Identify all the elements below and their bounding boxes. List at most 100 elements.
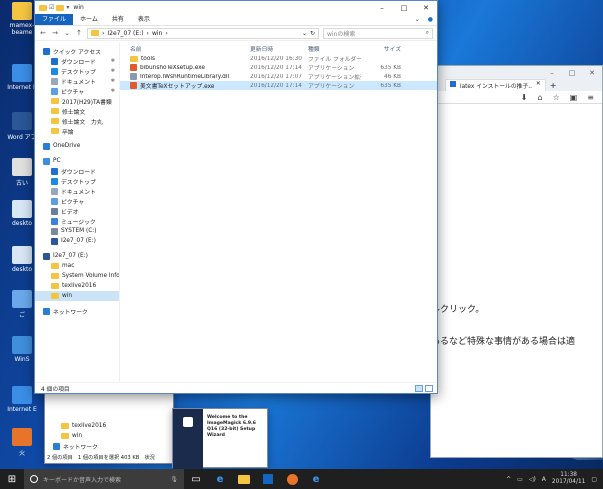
file-explorer-window[interactable]: ☑ ▾ win – □ ✕ ファイル ホーム 共有 表示 ⌄ ● ← → ⌄ ↑…	[34, 0, 438, 394]
nav-item[interactable]: I2e7_07 (E:)	[35, 251, 119, 261]
column-name[interactable]: 名前	[120, 44, 250, 53]
breadcrumb-folder[interactable]: win	[152, 30, 162, 37]
internet-explorer-icon[interactable]: e	[304, 469, 328, 489]
nav-item[interactable]: texlive2016	[45, 421, 173, 431]
background-explorer[interactable]: texlive2016 win ネットワーク 2 個の項目 1 個の項目を選択 40…	[44, 386, 174, 464]
tab-file[interactable]: ファイル	[35, 14, 74, 25]
close-button[interactable]: ✕	[415, 4, 437, 12]
nav-item[interactable]: 修士論文 力丸	[35, 116, 119, 126]
properties-icon[interactable]: ☑	[49, 4, 54, 11]
menu-icon[interactable]: ≡	[587, 93, 594, 102]
search-box[interactable]: winの検索 ⌕	[323, 27, 433, 39]
network-icon[interactable]: ▭	[517, 476, 523, 483]
file-explorer-icon[interactable]	[232, 469, 256, 489]
column-type[interactable]: 種類	[308, 44, 361, 53]
tab-view[interactable]: 表示	[131, 14, 157, 25]
nav-item[interactable]: ネットワーク	[45, 441, 173, 451]
tab-share[interactable]: 共有	[105, 14, 131, 25]
large-icons-view-icon[interactable]	[425, 384, 433, 392]
maximize-button[interactable]: □	[562, 69, 582, 77]
tab-close-icon[interactable]: ✕	[536, 81, 541, 90]
onedrive-icon	[43, 142, 50, 150]
tab-home[interactable]: ホーム	[73, 14, 105, 25]
column-size[interactable]: サイズ	[361, 44, 401, 53]
refresh-icon[interactable]: ↻	[310, 30, 315, 37]
nav-item[interactable]: mac	[35, 261, 119, 271]
quick-access-dropdown[interactable]: ▾	[66, 4, 69, 11]
file-row[interactable]: tools 2016/12/20 16:30 ファイル フォルダー	[120, 54, 437, 63]
download-icon[interactable]: ⬇	[521, 93, 528, 102]
title-bar[interactable]: ☑ ▾ win – □ ✕	[35, 1, 437, 14]
nav-item[interactable]: ダウンロード ✱	[35, 56, 119, 66]
file-name-cell: Interop.IWshRuntimeLibrary.dll	[120, 73, 250, 80]
browser-tab[interactable]: latex インストールの推子.. ✕	[445, 79, 546, 91]
recent-dropdown[interactable]: ⌄	[63, 29, 71, 37]
details-view-icon[interactable]	[415, 384, 423, 392]
search-input[interactable]: winの検索	[327, 29, 355, 38]
file-name: 美文書TeXセットアップ.exe	[140, 84, 215, 90]
nav-item[interactable]: デスクトップ ✱	[35, 66, 119, 76]
nav-item[interactable]: クイック アクセス	[35, 46, 119, 56]
nav-item[interactable]: 卒論	[35, 126, 119, 136]
file-row[interactable]: Interop.IWshRuntimeLibrary.dll 2016/12/20…	[120, 72, 437, 81]
installer-preview[interactable]: Welcome to the ImageMagick 6.9.6 Q16 (32…	[172, 408, 268, 469]
help-icon[interactable]: ●	[424, 14, 437, 25]
file-row[interactable]: 美文書TeXセットアップ.exe 2016/12/20 17:14 アプリケーション…	[120, 81, 437, 90]
minimize-button[interactable]: –	[542, 69, 562, 77]
up-button[interactable]: ↑	[75, 29, 83, 37]
breadcrumb-drive[interactable]: I2e7_07 (E:)	[107, 30, 143, 37]
nav-item[interactable]: デスクトップ	[35, 176, 119, 186]
nav-item[interactable]: PC	[35, 156, 119, 166]
taskbar-search-input[interactable]: キーボードか音声入力で検索	[43, 475, 121, 484]
minimize-button[interactable]: –	[371, 4, 393, 12]
address-dropdown-icon[interactable]: ⌄	[302, 30, 307, 37]
show-hidden-icons-icon[interactable]: ^	[506, 476, 511, 483]
close-button[interactable]: ✕	[582, 69, 602, 77]
firefox-icon[interactable]	[280, 469, 304, 489]
address-bar[interactable]: › I2e7_07 (E:) › win › ⌄ ↻	[87, 27, 319, 39]
clock[interactable]: 11:38 2017/04/11	[552, 472, 585, 486]
search-icon[interactable]: ⌕	[426, 29, 429, 37]
nav-item[interactable]: texlive2016	[35, 281, 119, 291]
maximize-button[interactable]: □	[393, 4, 415, 12]
new-tab-button[interactable]: +	[550, 81, 557, 90]
ribbon-expand-icon[interactable]: ⌄	[411, 14, 424, 25]
nav-item[interactable]: 2017(H29)TA書類	[35, 96, 119, 106]
nav-item[interactable]: ピクチャ	[35, 196, 119, 206]
nav-item[interactable]: ドキュメント ✱	[35, 76, 119, 86]
notifications-icon[interactable]: ▢	[591, 476, 597, 483]
store-icon[interactable]	[256, 469, 280, 489]
nav-item[interactable]: ミュージック	[35, 216, 119, 226]
file-type: アプリケーション拡張	[308, 75, 361, 81]
nav-item[interactable]: OneDrive	[35, 141, 119, 151]
forward-button[interactable]: →	[51, 29, 59, 37]
bookmark-icon[interactable]: ▣	[570, 93, 578, 102]
browser-window[interactable]: – □ ✕ latex インストールの推子.. ✕ + ⬇ ⌂ ☆ ▣ ≡ ルク…	[430, 65, 603, 458]
microphone-icon[interactable]: 🎙	[170, 476, 178, 483]
ime-indicator[interactable]: A	[542, 476, 546, 483]
home-icon[interactable]: ⌂	[537, 93, 542, 102]
start-button[interactable]: ⊞	[0, 469, 24, 489]
desktop-icon[interactable]: 火	[2, 428, 42, 457]
nav-item[interactable]: SYSTEM (C:)	[35, 226, 119, 236]
nav-item[interactable]: 修士論文	[35, 106, 119, 116]
new-folder-icon[interactable]	[56, 4, 65, 11]
task-view-icon[interactable]: ▭	[184, 469, 208, 489]
nav-item[interactable]: System Volume Info	[35, 271, 119, 281]
nav-item[interactable]: win	[35, 291, 119, 301]
nav-item[interactable]: ドキュメント	[35, 186, 119, 196]
star-icon[interactable]: ☆	[553, 93, 560, 102]
volume-icon[interactable]: ◁)	[529, 476, 536, 483]
nav-item[interactable]: win	[45, 431, 173, 441]
nav-item[interactable]: ダウンロード	[35, 166, 119, 176]
back-button[interactable]: ←	[39, 29, 47, 37]
column-date[interactable]: 更新日時	[250, 44, 308, 53]
nav-item[interactable]: ピクチャ ✱	[35, 86, 119, 96]
edge-icon[interactable]: e	[208, 469, 232, 489]
nav-item[interactable]: ネットワーク	[35, 306, 119, 316]
nav-item[interactable]: I2e7_07 (E:)	[35, 236, 119, 246]
taskbar-search[interactable]: キーボードか音声入力で検索 🎙	[24, 469, 184, 489]
desktop-icon-label: 火	[18, 450, 25, 457]
file-row[interactable]: bibunshoTeXsetup.exe 2016/12/20 17:14 アプリケ…	[120, 63, 437, 72]
nav-item[interactable]: ビデオ	[35, 206, 119, 216]
